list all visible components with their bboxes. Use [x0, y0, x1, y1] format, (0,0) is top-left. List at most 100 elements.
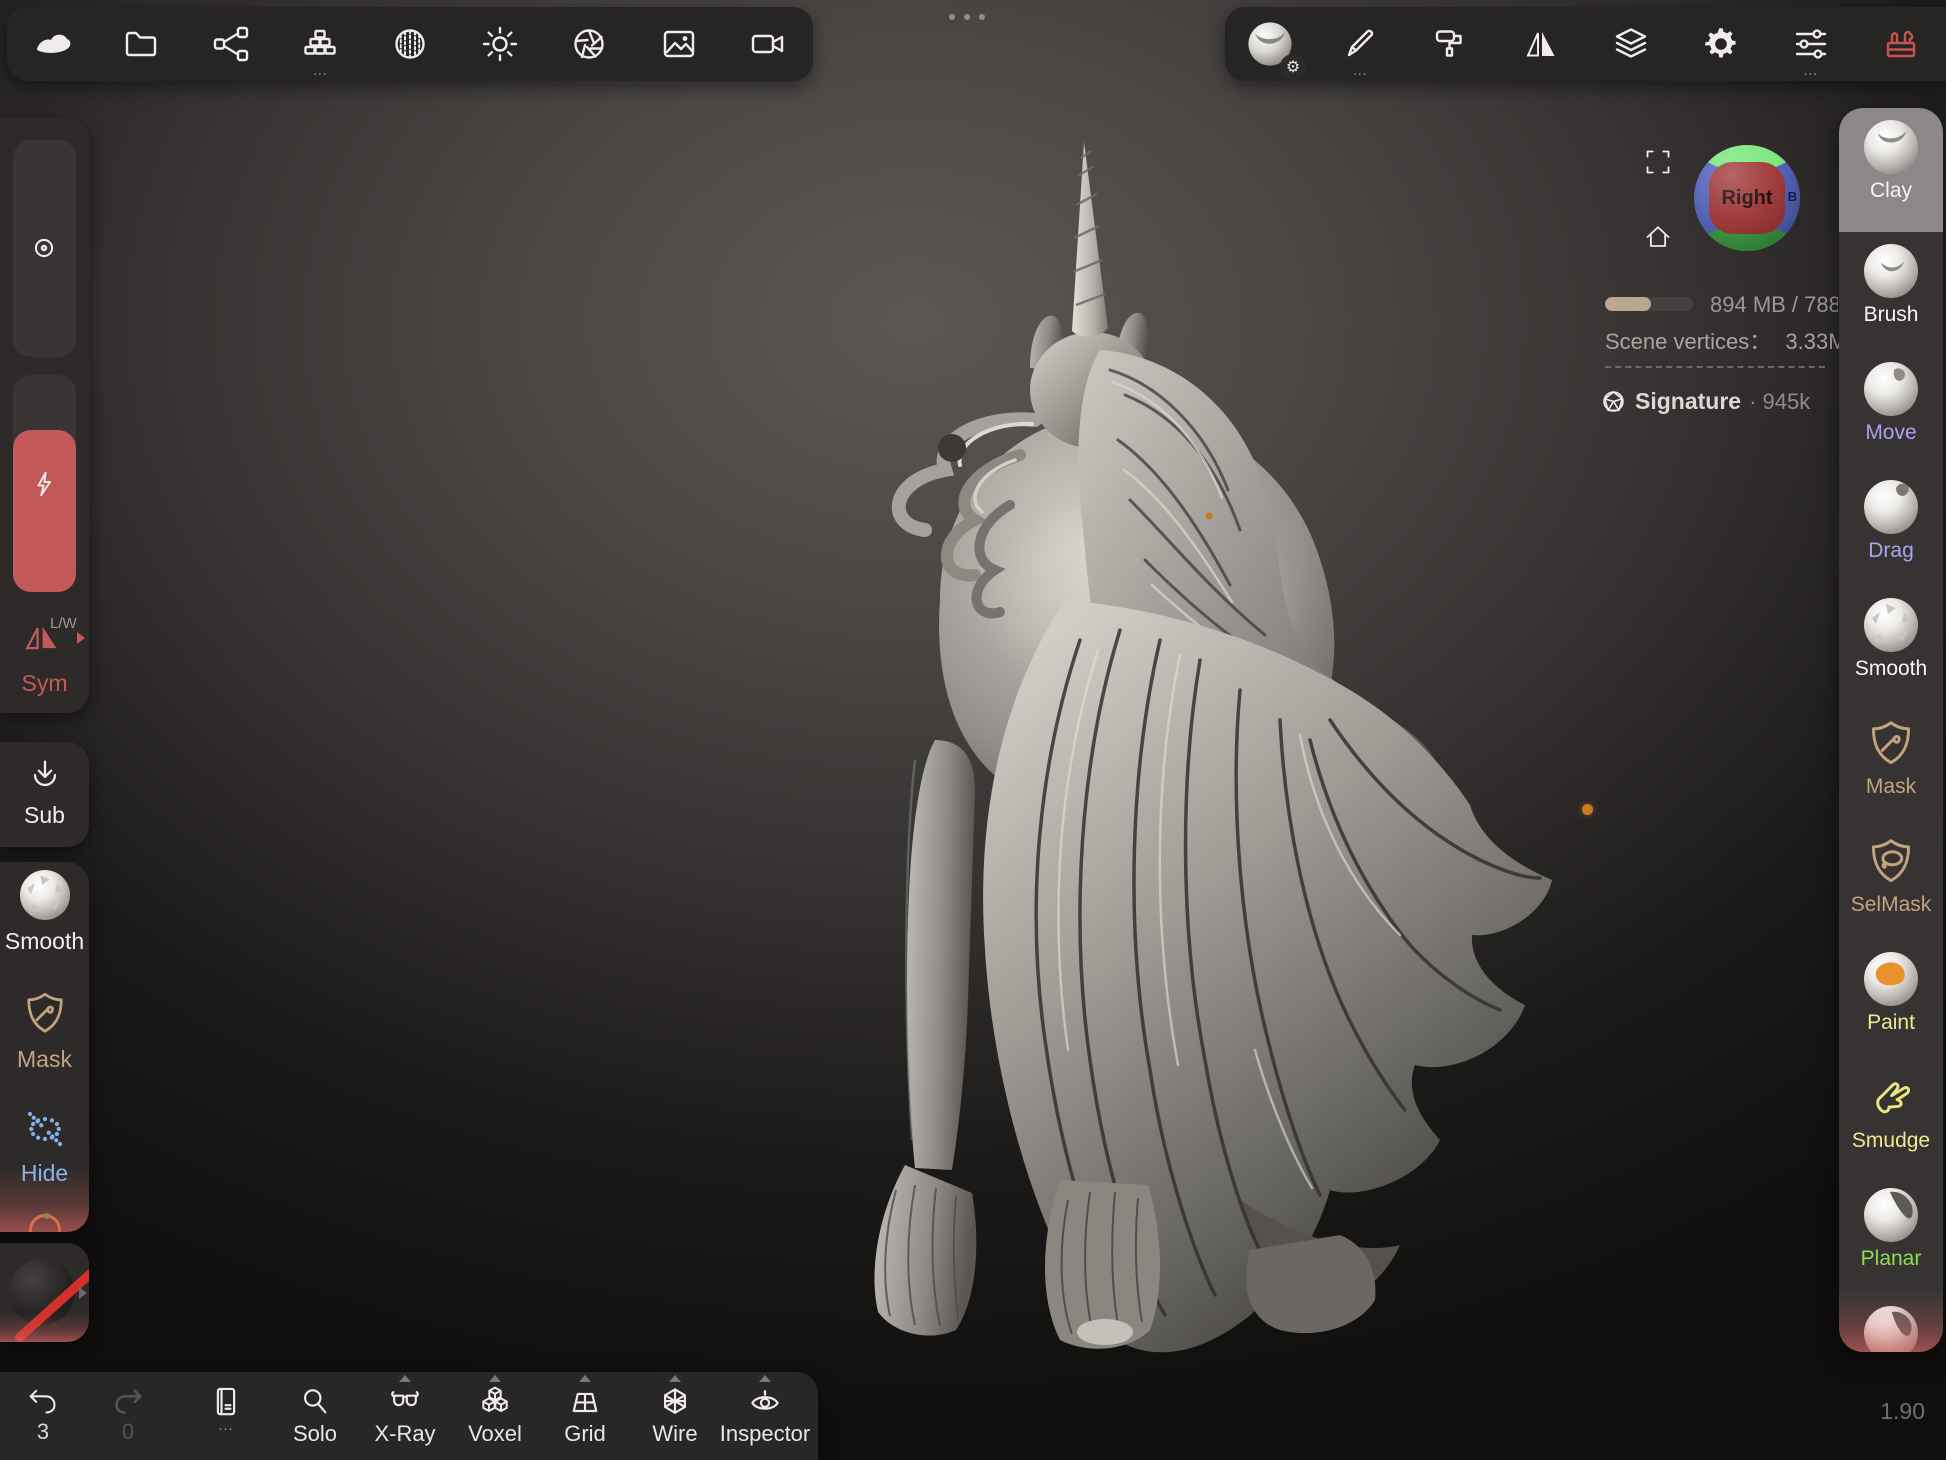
gizmo-tool-peek-icon[interactable]	[29, 1214, 61, 1232]
background-button[interactable]	[651, 16, 707, 72]
scene-graph-button[interactable]	[203, 16, 259, 72]
unicorn-sculpture[interactable]	[0, 0, 1946, 1460]
material-none-icon[interactable]	[9, 1259, 75, 1325]
selmask-shield-icon	[1864, 834, 1918, 888]
xray-glasses-icon	[386, 1384, 424, 1420]
redo-button[interactable]: 0	[86, 1372, 170, 1460]
scene-vertices-label: Scene vertices：	[1605, 329, 1771, 354]
tool-mask[interactable]: Mask	[1839, 704, 1943, 822]
toggle-wire[interactable]: Wire	[633, 1372, 717, 1460]
intensity-slider-fill	[13, 430, 76, 592]
radius-dot-icon	[27, 231, 61, 265]
options-indicator	[579, 1375, 591, 1382]
signature-sphere-icon	[1600, 388, 1627, 415]
nomad-menu-button[interactable]	[24, 16, 80, 72]
toggle-voxel[interactable]: Voxel	[453, 1372, 537, 1460]
sliders-more-dots: …	[1783, 66, 1839, 76]
stylus-cursor-dot	[1582, 804, 1593, 815]
brush-more-dots: …	[1332, 66, 1388, 76]
tool-label: Drag	[1868, 539, 1914, 563]
toolbox-button[interactable]	[1873, 16, 1929, 72]
tool-smudge[interactable]: Smudge	[1839, 1058, 1943, 1176]
files-button[interactable]	[113, 16, 169, 72]
multires-button[interactable]: …	[292, 16, 348, 72]
multires-more-dots: …	[292, 66, 348, 76]
symmetry-button[interactable]	[1512, 16, 1568, 72]
folder-icon	[121, 24, 161, 64]
radius-slider[interactable]	[13, 140, 76, 357]
tool-clay[interactable]: Clay	[1839, 108, 1943, 232]
hide-label[interactable]: Hide	[0, 1160, 89, 1187]
tool-label: Smooth	[1855, 657, 1927, 681]
notebook-icon	[208, 1384, 244, 1420]
toggle-solo[interactable]: Solo	[273, 1372, 357, 1460]
tool-planar[interactable]: Planar	[1839, 1176, 1943, 1294]
tool-label: Move	[1865, 421, 1916, 445]
tool-brush[interactable]: Brush	[1839, 232, 1943, 350]
intensity-slider[interactable]	[13, 375, 76, 592]
memory-text: 894 MB / 788 MB	[1710, 292, 1838, 318]
sym-expand-arrow[interactable]	[77, 632, 85, 644]
bottom-toolbar: 3 0 … Solo X-Ray Voxel Grid	[0, 1372, 818, 1460]
signature-row[interactable]: Signature · 945k	[1600, 388, 1810, 415]
camera-button[interactable]	[740, 16, 796, 72]
sub-label[interactable]: Sub	[0, 802, 89, 829]
brush-settings-button[interactable]: …	[1332, 16, 1388, 72]
mask-shield-icon[interactable]	[20, 988, 70, 1038]
history-button[interactable]: …	[184, 1372, 268, 1460]
interface-sliders-button[interactable]: …	[1783, 16, 1839, 72]
fullscreen-icon	[1643, 147, 1673, 177]
tool-next-partial[interactable]	[1839, 1294, 1943, 1352]
undo-icon	[24, 1384, 62, 1418]
undo-count: 3	[37, 1419, 49, 1445]
tool-label: Paint	[1867, 1011, 1915, 1035]
hide-dots-icon[interactable]	[20, 1104, 70, 1154]
tool-drag[interactable]: Drag	[1839, 468, 1943, 586]
hatched-sphere-icon	[390, 24, 430, 64]
toggle-inspector[interactable]: Inspector	[723, 1372, 807, 1460]
toggle-label: Wire	[652, 1421, 697, 1447]
topology-sphere-button[interactable]	[382, 16, 438, 72]
sym-label[interactable]: Sym	[0, 670, 89, 697]
postprocess-aperture-icon	[569, 24, 609, 64]
lighting-sun-icon	[480, 24, 520, 64]
smooth-label[interactable]: Smooth	[0, 928, 89, 955]
redo-icon	[109, 1384, 147, 1418]
background-image-icon	[659, 24, 699, 64]
postprocess-button[interactable]	[561, 16, 617, 72]
toggle-label: Solo	[293, 1421, 337, 1447]
undo-button[interactable]: 3	[1, 1372, 85, 1460]
toggle-xray[interactable]: X-Ray	[363, 1372, 447, 1460]
toggle-label: Inspector	[720, 1421, 811, 1447]
material-sphere-button[interactable]: ⚙	[1242, 16, 1298, 72]
material-expand-arrow[interactable]	[79, 1287, 87, 1299]
options-indicator	[759, 1375, 771, 1382]
main-toolbar: …	[7, 7, 813, 81]
smooth-sphere-icon[interactable]	[20, 870, 70, 920]
tool-sidebar: Clay Brush Move Drag Smooth Mask	[1839, 108, 1943, 1352]
fullscreen-button[interactable]	[1643, 147, 1673, 177]
settings-button[interactable]	[1693, 16, 1749, 72]
tool-selmask[interactable]: SelMask	[1839, 822, 1943, 940]
view-gizmo[interactable]: Right B	[1694, 145, 1800, 251]
drag-handle-dots-icon[interactable]	[949, 14, 985, 20]
stamp-roller-button[interactable]	[1422, 16, 1478, 72]
home-view-button[interactable]	[1643, 222, 1673, 252]
toggle-label: Voxel	[468, 1421, 522, 1447]
toggle-grid[interactable]: Grid	[543, 1372, 627, 1460]
tool-move[interactable]: Move	[1839, 350, 1943, 468]
options-indicator	[669, 1375, 681, 1382]
subtract-download-icon[interactable]	[26, 756, 64, 794]
mask-label[interactable]: Mask	[0, 1046, 89, 1073]
multires-pyramid-icon	[300, 24, 340, 64]
wireframe-icon	[656, 1384, 694, 1420]
sub-panel: Sub	[0, 742, 89, 847]
sliders-icon	[1791, 24, 1831, 64]
tool-paint[interactable]: Paint	[1839, 940, 1943, 1058]
signature-count: · 945k	[1749, 389, 1810, 415]
tool-smooth[interactable]: Smooth	[1839, 586, 1943, 704]
lighting-button[interactable]	[472, 16, 528, 72]
status-separator	[1605, 366, 1825, 368]
layers-button[interactable]	[1603, 16, 1659, 72]
symmetry-triangles-icon[interactable]	[20, 614, 64, 658]
